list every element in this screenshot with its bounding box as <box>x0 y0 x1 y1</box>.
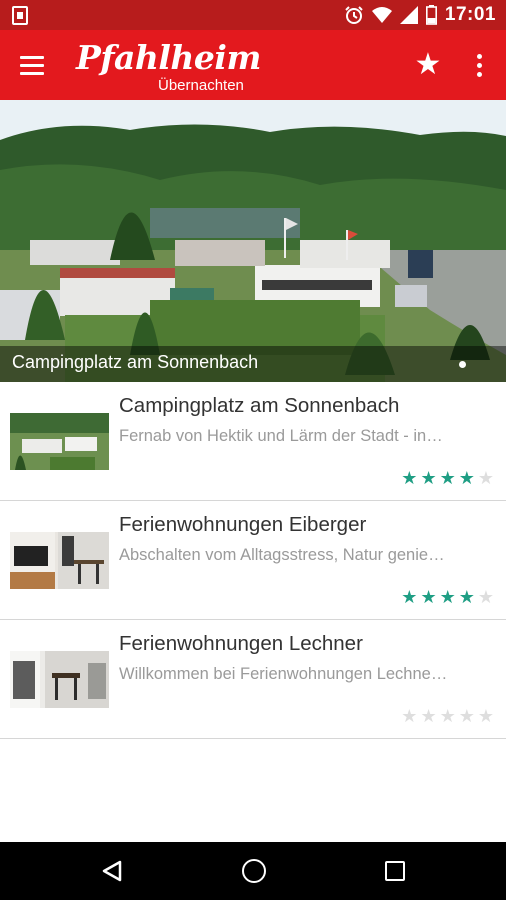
star-filled-icon: ★ <box>401 468 418 488</box>
recents-icon[interactable] <box>385 861 405 881</box>
hero-title: Campingplatz am Sonnenbach <box>12 352 259 372</box>
star-empty-icon: ★ <box>477 468 494 488</box>
status-bar: 17:01 <box>0 0 506 30</box>
star-empty-icon: ★ <box>458 706 475 726</box>
wifi-icon <box>371 7 392 23</box>
logo-title: Pfahlheim <box>76 38 261 77</box>
more-vert-icon[interactable] <box>466 48 492 82</box>
star-empty-icon: ★ <box>439 706 456 726</box>
rating-stars: ★ ★ ★ ★ ★ <box>401 587 494 607</box>
app-logo: Pfahlheim Übernachten <box>76 38 261 96</box>
list-item[interactable]: Campingplatz am Sonnenbach Fernab von He… <box>0 382 506 501</box>
thumbnail-image <box>10 651 109 708</box>
rating-stars: ★ ★ ★ ★ ★ <box>401 706 494 726</box>
battery-icon <box>425 5 437 25</box>
accommodation-list: Campingplatz am Sonnenbach Fernab von He… <box>0 382 506 739</box>
system-nav-bar <box>0 842 506 900</box>
logo-subtitle: Übernachten <box>158 77 244 94</box>
rating-stars: ★ ★ ★ ★ ★ <box>401 468 494 488</box>
star-filled-icon: ★ <box>458 468 475 488</box>
star-empty-icon: ★ <box>401 706 418 726</box>
back-icon[interactable] <box>100 859 124 883</box>
thumbnail-image <box>10 532 109 589</box>
star-empty-icon: ★ <box>420 706 437 726</box>
hero-caption-bar: Campingplatz am Sonnenbach <box>0 346 506 382</box>
status-time: 17:01 <box>444 4 496 25</box>
list-item[interactable]: Ferienwohnungen Lechner Willkommen bei F… <box>0 620 506 739</box>
item-title: Ferienwohnungen Eiberger <box>119 513 367 536</box>
star-filled-icon: ★ <box>439 468 456 488</box>
alarm-icon <box>345 6 363 24</box>
star-empty-icon: ★ <box>477 587 494 607</box>
star-filled-icon: ★ <box>420 468 437 488</box>
star-filled-icon: ★ <box>458 587 475 607</box>
star-filled-icon: ★ <box>401 587 418 607</box>
star-filled-icon: ★ <box>439 587 456 607</box>
item-description: Abschalten vom Alltagsstress, Natur geni… <box>119 546 445 564</box>
home-icon[interactable] <box>242 859 266 883</box>
item-title: Ferienwohnungen Lechner <box>119 632 363 655</box>
item-description: Fernab von Hektik und Lärm der Stadt - i… <box>119 427 443 445</box>
star-empty-icon: ★ <box>477 706 494 726</box>
star-icon[interactable]: ★ <box>410 46 446 84</box>
hero-image <box>0 100 506 382</box>
signal-icon <box>399 6 418 24</box>
star-filled-icon: ★ <box>420 587 437 607</box>
thumbnail-image <box>10 413 109 470</box>
item-title: Campingplatz am Sonnenbach <box>119 394 400 417</box>
app-bar: Pfahlheim Übernachten ★ <box>0 30 506 100</box>
hero-carousel[interactable]: Campingplatz am Sonnenbach <box>0 100 506 382</box>
item-description: Willkommen bei Ferienwohnungen Lechne… <box>119 665 448 683</box>
carousel-indicator-dot[interactable] <box>459 361 466 368</box>
menu-icon[interactable] <box>14 48 50 82</box>
list-item[interactable]: Ferienwohnungen Eiberger Abschalten vom … <box>0 501 506 620</box>
notification-icon <box>12 6 28 25</box>
